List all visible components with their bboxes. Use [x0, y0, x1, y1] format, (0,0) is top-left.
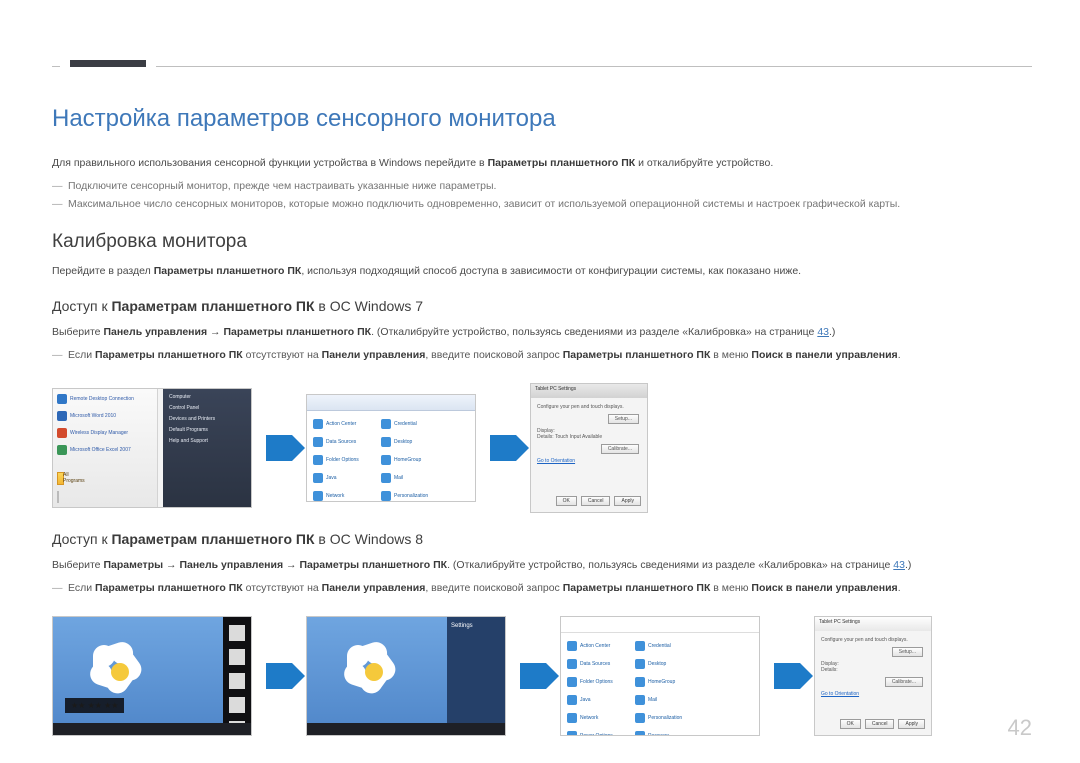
- header-rule: [52, 60, 1032, 67]
- screenshot-win7-start-menu: Remote Desktop Connection Microsoft Word…: [52, 388, 252, 508]
- arrow-icon: [490, 435, 516, 461]
- win8-section: Доступ к Параметрам планшетного ПК в ОС …: [52, 531, 1032, 736]
- screenshot-win8-settings-pane: Settings: [306, 616, 506, 736]
- screenshot-win7-control-panel: Action Center Credential Data Sources De…: [306, 394, 476, 502]
- page-link-43[interactable]: 43: [817, 326, 829, 338]
- win7-heading: Доступ к Параметрам планшетного ПК в ОС …: [52, 298, 1032, 314]
- page-number: 42: [1008, 715, 1032, 741]
- win7-flow: Remote Desktop Connection Microsoft Word…: [52, 383, 1032, 513]
- arrow-icon: [774, 663, 800, 689]
- screenshot-win8-desktop-charms: ★★ ★★ ★★: [52, 616, 252, 736]
- win8-paragraph: Выберите Параметры → Панель управления →…: [52, 557, 1032, 574]
- screenshot-win8-control-panel: Action Center Credential Data Sources De…: [560, 616, 760, 736]
- screenshot-win8-tablet-settings: Tablet PC Settings Configure your pen an…: [814, 616, 932, 736]
- page-content: Настройка параметров сенсорного монитора…: [52, 55, 1032, 736]
- calibration-paragraph: Перейдите в раздел Параметры планшетного…: [52, 263, 1032, 280]
- win8-heading: Доступ к Параметрам планшетного ПК в ОС …: [52, 531, 1032, 547]
- note-item: Если Параметры планшетного ПК отсутствую…: [52, 580, 1032, 598]
- page-title: Настройка параметров сенсорного монитора: [52, 105, 1032, 133]
- note-item: Максимальное число сенсорных мониторов, …: [52, 196, 1032, 214]
- arrow-icon: [266, 435, 292, 461]
- screenshot-win7-tablet-settings: Tablet PC Settings Configure your pen an…: [530, 383, 648, 513]
- note-item: Если Параметры планшетного ПК отсутствую…: [52, 347, 1032, 365]
- win8-note: Если Параметры планшетного ПК отсутствую…: [52, 580, 1032, 598]
- intro-notes: Подключите сенсорный монитор, прежде чем…: [52, 178, 1032, 214]
- win7-note: Если Параметры планшетного ПК отсутствую…: [52, 347, 1032, 365]
- arrow-icon: [520, 663, 546, 689]
- win8-flow: ★★ ★★ ★★ Settings: [52, 616, 1032, 736]
- section-heading-calibration: Калибровка монитора: [52, 231, 1032, 253]
- note-item: Подключите сенсорный монитор, прежде чем…: [52, 178, 1032, 196]
- arrow-icon: [266, 663, 292, 689]
- win7-paragraph: Выберите Панель управления → Параметры п…: [52, 324, 1032, 341]
- page-link-43[interactable]: 43: [893, 559, 905, 571]
- intro-paragraph: Для правильного использования сенсорной …: [52, 155, 1032, 172]
- win7-section: Доступ к Параметрам планшетного ПК в ОС …: [52, 298, 1032, 513]
